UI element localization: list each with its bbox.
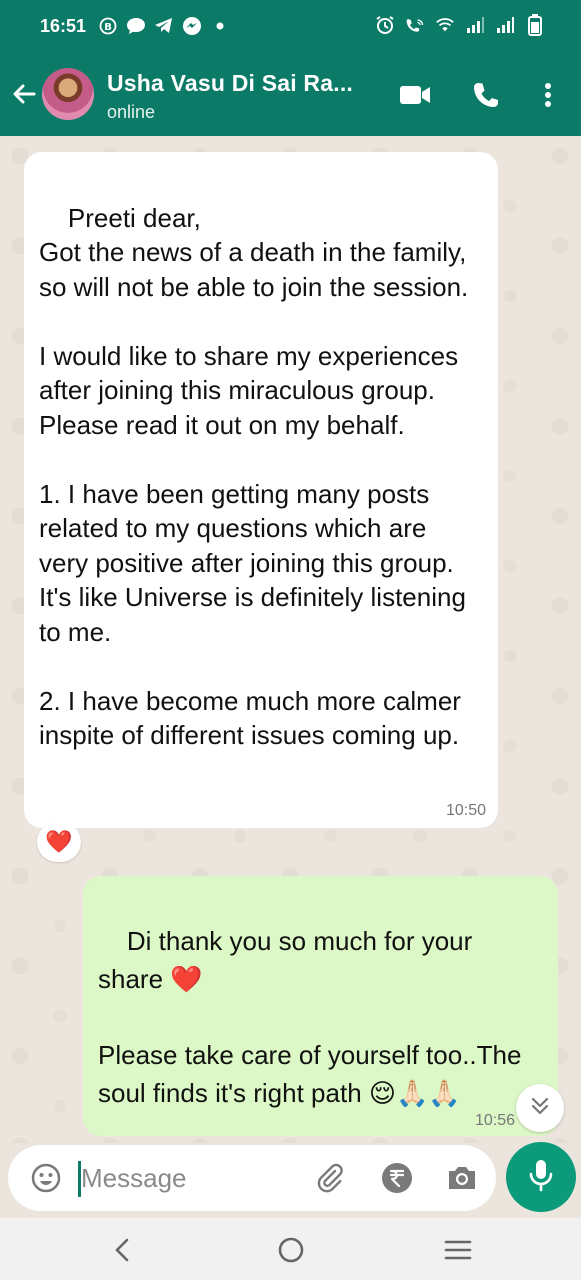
avatar[interactable]: [42, 68, 94, 120]
chat-header: Usha Vasu Di Sai Ra... online: [0, 52, 581, 136]
dot-icon: [210, 16, 230, 36]
mic-icon: [528, 1158, 554, 1197]
heart-reaction: ❤️: [45, 829, 73, 854]
outgoing-message[interactable]: Di thank you so much for your share ❤️ P…: [83, 876, 558, 1136]
alarm-icon: [375, 15, 395, 35]
notification-icons: B: [98, 16, 230, 36]
nav-recents-icon[interactable]: [442, 1234, 474, 1266]
composer: [0, 1142, 581, 1215]
message-input[interactable]: [81, 1159, 311, 1197]
status-time: 16:51: [40, 16, 87, 36]
attach-icon[interactable]: [314, 1162, 346, 1194]
signal-icon: [495, 15, 515, 35]
chevron-double-down-icon: [529, 1095, 551, 1122]
whatsapp-business-icon: B: [98, 16, 118, 36]
scroll-to-bottom-button[interactable]: [516, 1084, 564, 1132]
incoming-message[interactable]: Preeti dear, Got the news of a death in …: [24, 152, 498, 828]
message-time: 10:56: [474, 1112, 515, 1129]
rupee-payment-icon[interactable]: [381, 1162, 413, 1194]
chat-area[interactable]: Preeti dear, Got the news of a death in …: [0, 136, 581, 1143]
mic-button[interactable]: [506, 1142, 576, 1212]
back-arrow-icon[interactable]: [10, 80, 38, 108]
video-call-icon[interactable]: [398, 78, 432, 112]
reaction-badge[interactable]: ❤️: [37, 822, 81, 862]
battery-icon: [525, 14, 545, 36]
message-input-container[interactable]: [8, 1145, 496, 1211]
camera-icon[interactable]: [446, 1162, 478, 1194]
phone-icon[interactable]: [469, 78, 503, 112]
message-icon: [126, 16, 146, 36]
messenger-icon: [182, 16, 202, 36]
wifi-calling-icon: [405, 15, 425, 35]
svg-text:B: B: [104, 22, 112, 33]
system-nav-bar: [0, 1218, 581, 1280]
message-text: Di thank you so much for your share ❤️ P…: [98, 926, 522, 1108]
nav-home-icon[interactable]: [275, 1234, 307, 1266]
contact-name[interactable]: Usha Vasu Di Sai Ra...: [107, 70, 353, 97]
telegram-icon: [154, 16, 174, 36]
signal-icon: [465, 15, 485, 35]
contact-status: online: [107, 102, 156, 122]
more-vert-icon[interactable]: [531, 78, 565, 112]
nav-back-icon[interactable]: [106, 1234, 138, 1266]
message-time: 10:50: [445, 802, 486, 819]
status-bar: 16:51 B: [0, 0, 581, 52]
message-text: Preeti dear, Got the news of a death in …: [39, 202, 469, 751]
emoji-icon[interactable]: [30, 1162, 62, 1194]
wifi-icon: [435, 15, 455, 35]
system-icons: [375, 14, 545, 36]
